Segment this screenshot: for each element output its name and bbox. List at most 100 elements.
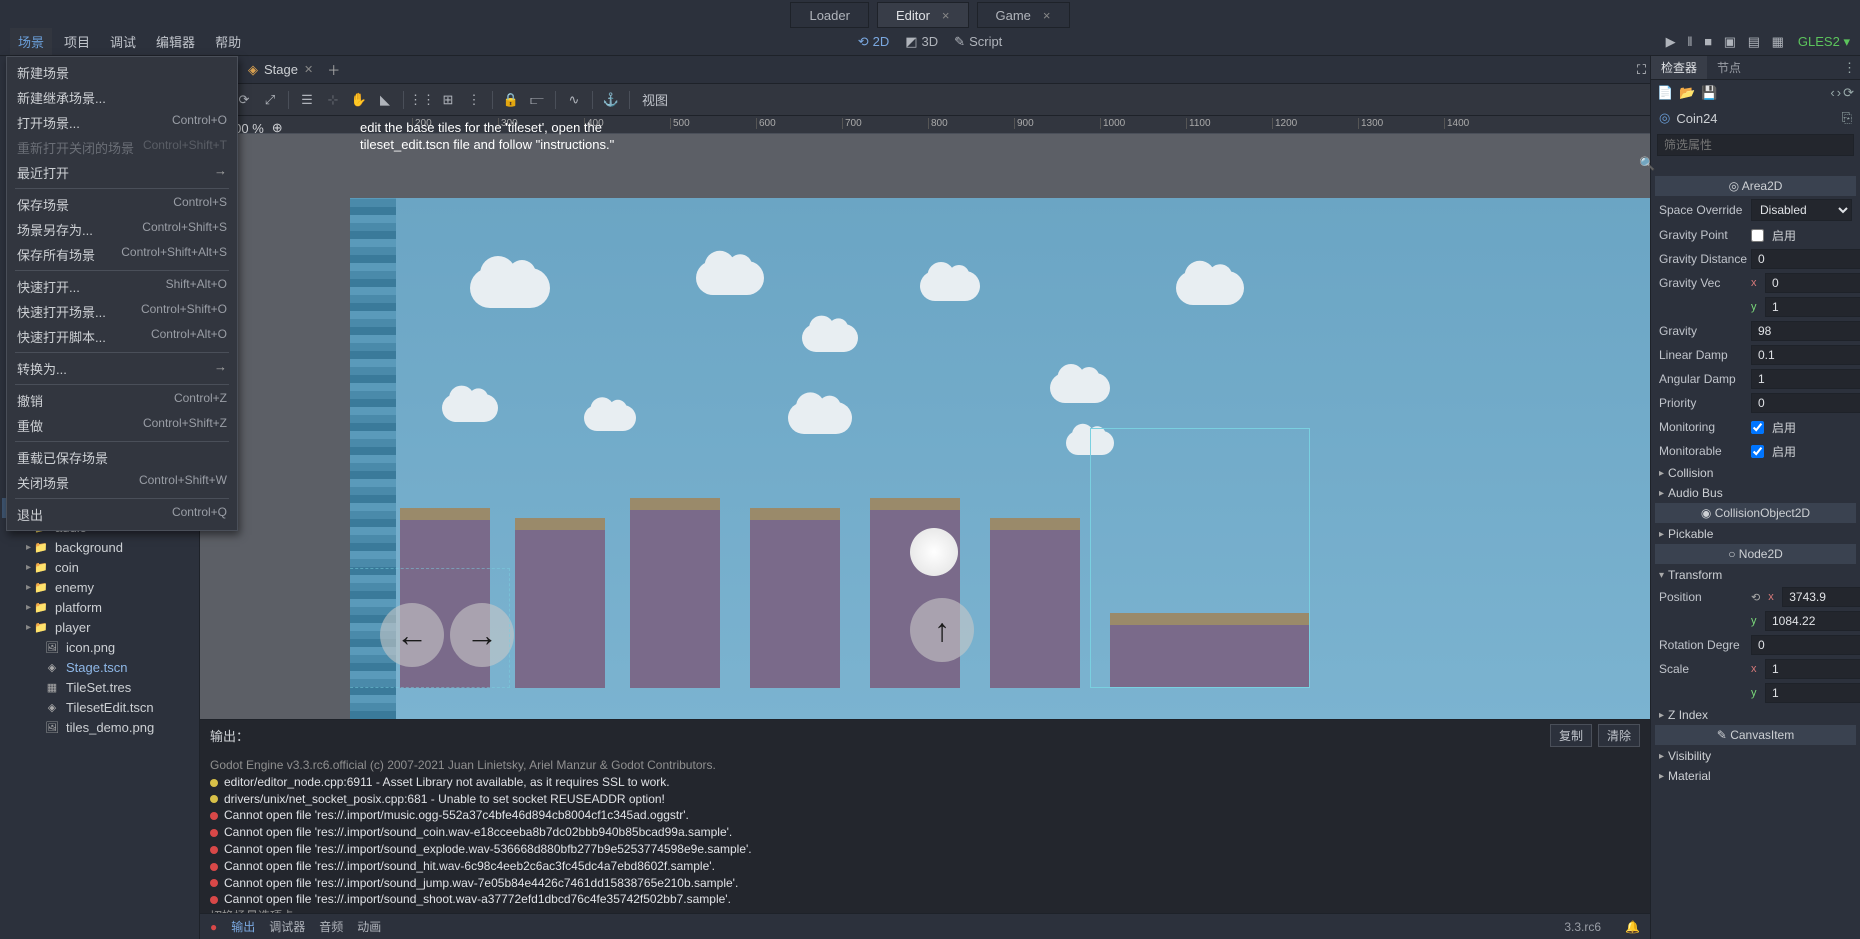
more-icon[interactable]: ⋮ bbox=[462, 88, 486, 112]
menu-undo[interactable]: 撤销Control+Z bbox=[7, 388, 237, 413]
zoom-in-icon[interactable]: ⊕ bbox=[272, 120, 283, 136]
lock-icon[interactable]: 🔒 bbox=[499, 88, 523, 112]
tab-inspector[interactable]: 检查器 bbox=[1651, 56, 1707, 79]
history-back-icon[interactable]: ‹ bbox=[1830, 85, 1834, 101]
tree-folder[interactable]: ▸📁background bbox=[2, 538, 197, 558]
copy-button[interactable]: 复制 bbox=[1550, 724, 1592, 747]
pan-tool-icon[interactable]: ✋ bbox=[347, 88, 371, 112]
save-resource-icon[interactable]: 💾 bbox=[1701, 85, 1717, 101]
mode-script[interactable]: ✎Script bbox=[954, 34, 1002, 50]
angular-damp-input[interactable] bbox=[1751, 369, 1860, 389]
play-custom-icon[interactable]: ▤ bbox=[1748, 34, 1760, 50]
section-node2d[interactable]: ○ Node2D bbox=[1655, 544, 1856, 565]
menu-save-scene-as[interactable]: 场景另存为...Control+Shift+S bbox=[7, 217, 237, 242]
ruler-tool-icon[interactable]: ⊹ bbox=[321, 88, 345, 112]
pin-icon[interactable]: ⎘ bbox=[1842, 110, 1852, 126]
mode-2d[interactable]: ⟲2D bbox=[858, 34, 890, 50]
tab-node[interactable]: 节点 bbox=[1707, 56, 1751, 79]
position-x-input[interactable] bbox=[1782, 587, 1860, 607]
menu-help[interactable]: 帮助 bbox=[207, 28, 249, 55]
scale-y-input[interactable] bbox=[1765, 683, 1860, 703]
grid-tool-icon[interactable]: ⊞ bbox=[436, 88, 460, 112]
tab-editor[interactable]: Editor× bbox=[877, 2, 969, 28]
collision-group[interactable]: ▸Collision bbox=[1651, 463, 1860, 483]
menu-save-scene[interactable]: 保存场景Control+S bbox=[7, 192, 237, 217]
menu-open-recent[interactable]: 最近打开→ bbox=[7, 160, 237, 185]
menu-quit[interactable]: 退出Control+Q bbox=[7, 502, 237, 527]
scale-x-input[interactable] bbox=[1765, 659, 1860, 679]
section-collisionobject2d[interactable]: ◉ CollisionObject2D bbox=[1655, 503, 1856, 524]
clear-button[interactable]: 清除 bbox=[1598, 724, 1640, 747]
history-forward-icon[interactable]: › bbox=[1837, 85, 1841, 101]
pickable-group[interactable]: ▸Pickable bbox=[1651, 524, 1860, 544]
menu-quick-open-scene[interactable]: 快速打开场景...Control+Shift+O bbox=[7, 299, 237, 324]
visibility-group[interactable]: ▸Visibility bbox=[1651, 746, 1860, 766]
play-icon[interactable]: ▶ bbox=[1666, 34, 1676, 50]
close-icon[interactable]: × bbox=[1043, 8, 1051, 23]
anchor-icon[interactable]: ⚓ bbox=[599, 88, 623, 112]
reset-icon[interactable]: ⟲ bbox=[1751, 591, 1760, 604]
bell-icon[interactable]: 🔔 bbox=[1625, 920, 1640, 934]
menu-open-scene[interactable]: 打开场景...Control+O bbox=[7, 110, 237, 135]
menu-quick-open-script[interactable]: 快速打开脚本...Control+Alt+O bbox=[7, 324, 237, 349]
tab-audio[interactable]: 音频 bbox=[319, 918, 343, 935]
tree-file[interactable]: ▦TileSet.tres bbox=[2, 678, 197, 698]
menu-new-scene[interactable]: 新建场景 bbox=[7, 60, 237, 85]
menu-debug[interactable]: 调试 bbox=[102, 28, 144, 55]
add-tab-button[interactable]: ＋ bbox=[327, 60, 340, 79]
menu-editor[interactable]: 编辑器 bbox=[148, 28, 203, 55]
scene-canvas[interactable]: ← → ↑ bbox=[350, 198, 1650, 719]
close-icon[interactable]: × bbox=[942, 8, 950, 23]
tab-output[interactable]: 输出 bbox=[231, 918, 255, 935]
transform-group[interactable]: ▾Transform bbox=[1651, 565, 1860, 585]
menu-save-all[interactable]: 保存所有场景Control+Shift+Alt+S bbox=[7, 242, 237, 267]
new-resource-icon[interactable]: 📄 bbox=[1657, 85, 1673, 101]
monitorable-checkbox[interactable] bbox=[1751, 445, 1764, 458]
file-tree[interactable]: ▾📁res://▸📁audio▸📁background▸📁coin▸📁enemy… bbox=[0, 496, 199, 939]
tree-file[interactable]: 🖼icon.png bbox=[2, 638, 197, 658]
section-canvasitem[interactable]: ✎ CanvasItem bbox=[1655, 725, 1856, 746]
mode-3d[interactable]: ◩3D bbox=[905, 34, 938, 50]
play-scene-icon[interactable]: ▣ bbox=[1724, 34, 1736, 50]
section-area2d[interactable]: ◎ Area2D bbox=[1655, 176, 1856, 197]
position-y-input[interactable] bbox=[1765, 611, 1860, 631]
tab-debugger[interactable]: 调试器 bbox=[269, 918, 305, 935]
menu-redo[interactable]: 重做Control+Shift+Z bbox=[7, 413, 237, 438]
tab-loader[interactable]: Loader bbox=[790, 2, 868, 28]
gravity-vec-x-input[interactable] bbox=[1765, 273, 1860, 293]
scale-tool-icon[interactable]: ⤢ bbox=[258, 88, 282, 112]
view-menu[interactable]: 视图 bbox=[636, 90, 674, 109]
tab-animation[interactable]: 动画 bbox=[357, 918, 381, 935]
tree-folder[interactable]: ▸📁coin bbox=[2, 558, 197, 578]
snap-tool-icon[interactable]: ⋮⋮ bbox=[410, 88, 434, 112]
priority-input[interactable] bbox=[1751, 393, 1860, 413]
stop-icon[interactable]: ■ bbox=[1704, 34, 1712, 49]
audiobus-group[interactable]: ▸Audio Bus bbox=[1651, 483, 1860, 503]
tree-folder[interactable]: ▸📁platform bbox=[2, 598, 197, 618]
zindex-group[interactable]: ▸Z Index bbox=[1651, 705, 1860, 725]
bone-icon[interactable]: ∿ bbox=[562, 88, 586, 112]
pause-icon[interactable]: ‖ bbox=[1687, 34, 1692, 49]
tab-game[interactable]: Game× bbox=[977, 2, 1070, 28]
tree-file[interactable]: ◈Stage.tscn bbox=[2, 658, 197, 678]
gravity-distance-input[interactable] bbox=[1751, 249, 1860, 269]
group-icon[interactable]: ⫍ bbox=[525, 88, 549, 112]
gravity-vec-y-input[interactable] bbox=[1765, 297, 1860, 317]
movie-icon[interactable]: ▦ bbox=[1772, 34, 1784, 50]
pointer-tool-icon[interactable]: ◣ bbox=[373, 88, 397, 112]
gravity-point-checkbox[interactable] bbox=[1751, 229, 1764, 242]
tree-file[interactable]: ◈TilesetEdit.tscn bbox=[2, 698, 197, 718]
menu-reload-saved[interactable]: 重载已保存场景 bbox=[7, 445, 237, 470]
menu-close-scene[interactable]: 关闭场景Control+Shift+W bbox=[7, 470, 237, 495]
renderer-select[interactable]: GLES2 ▾ bbox=[1798, 34, 1850, 50]
menu-scene[interactable]: 场景 bbox=[10, 28, 52, 55]
menu-project[interactable]: 项目 bbox=[56, 28, 98, 55]
list-tool-icon[interactable]: ☰ bbox=[295, 88, 319, 112]
more-icon[interactable]: ⋮ bbox=[1843, 60, 1856, 76]
close-icon[interactable]: ✕ bbox=[304, 63, 313, 76]
tree-folder[interactable]: ▸📁enemy bbox=[2, 578, 197, 598]
open-resource-icon[interactable]: 📂 bbox=[1679, 85, 1695, 101]
filter-input[interactable] bbox=[1657, 134, 1854, 156]
output-log[interactable]: Godot Engine v3.3.rc6.official (c) 2007-… bbox=[200, 751, 1650, 913]
monitoring-checkbox[interactable] bbox=[1751, 421, 1764, 434]
